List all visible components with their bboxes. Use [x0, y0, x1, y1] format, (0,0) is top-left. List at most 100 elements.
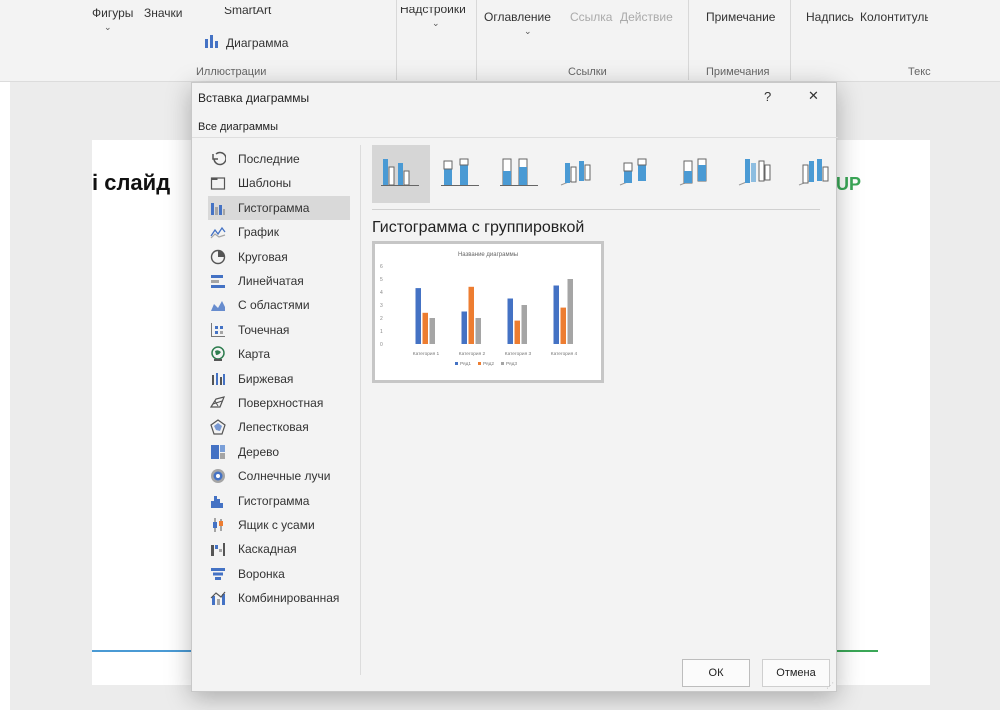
map-chart-icon [210, 346, 226, 362]
waterfall-chart-icon [210, 541, 226, 557]
histogram-chart-icon [210, 493, 226, 509]
cancel-button[interactable]: Отмена [762, 659, 830, 687]
bar-chart-icon [210, 273, 226, 289]
action-button[interactable]: Действие [620, 10, 673, 24]
stock-chart-icon [210, 371, 226, 387]
legend-label: Ряд1 [460, 361, 471, 367]
links-group-label: Ссылки [568, 66, 607, 78]
chart-type-label: Биржевая [238, 371, 294, 386]
legend-label: Ряд2 [483, 361, 494, 367]
textbox-button[interactable]: Надпись [806, 10, 854, 24]
chart-type-item[interactable]: С областями [208, 293, 350, 317]
help-button[interactable]: ? [764, 89, 771, 104]
figures-button[interactable]: Фигуры [92, 6, 133, 20]
chart-type-label: Каскадная [238, 542, 297, 557]
tab-all-charts[interactable]: Все диаграммы [198, 121, 278, 133]
chart-type-label: Точечная [238, 322, 290, 337]
chart-type-item[interactable]: Дерево [208, 440, 350, 464]
y-tick-label: 0 [380, 342, 383, 348]
percent-stacked-column-subtype[interactable] [491, 145, 549, 203]
chevron-down-icon[interactable]: ⌄ [432, 18, 440, 29]
illustrations-group-label: Иллюстрации [196, 66, 267, 78]
chevron-down-icon[interactable]: ⌄ [104, 22, 112, 33]
chart-type-item[interactable]: Биржевая [208, 367, 350, 391]
3d-clustered-column-subtype[interactable] [551, 145, 609, 203]
y-tick-label: 2 [380, 316, 383, 322]
bar [475, 318, 481, 344]
bar [507, 298, 513, 344]
bar [415, 288, 421, 344]
chart-type-item[interactable]: Солнечные лучи [208, 464, 350, 488]
chart-type-item[interactable]: Комбинированная [208, 586, 350, 610]
pie-chart-icon [210, 249, 226, 265]
ok-button[interactable]: ОК [682, 659, 750, 687]
chart-preview[interactable]: Название диаграммы 0 1 2 3 4 5 6 Категория 1 Кате… [372, 241, 604, 383]
chart-type-label: Ящик с усами [238, 518, 315, 532]
ribbon-separator [790, 0, 791, 80]
chevron-down-icon[interactable]: ⌄ [524, 26, 532, 37]
chart-type-item[interactable]: Лепестковая [208, 415, 350, 439]
chart-type-item[interactable]: Поверхностная [208, 391, 350, 415]
bar [514, 320, 520, 344]
chart-type-label: Карта [238, 347, 271, 362]
slide-accent-line [836, 650, 878, 652]
chart-button[interactable]: Диаграмма [226, 36, 288, 50]
3d-column-subtype[interactable] [729, 145, 787, 203]
header-footer-button[interactable]: Колонтитулы [860, 10, 928, 24]
y-tick-label: 1 [380, 329, 383, 335]
legend-swatch [501, 362, 504, 365]
chart-type-label: Гистограмма [238, 493, 310, 508]
chart-type-label: Лепестковая [238, 420, 309, 435]
chart-type-item[interactable]: Воронка [208, 562, 350, 586]
icons-button[interactable]: Значки [144, 6, 183, 20]
legend-swatch [478, 362, 481, 365]
chart-type-item[interactable]: Каскадная [208, 537, 350, 561]
chart-title: Название диаграммы [458, 252, 518, 258]
stacked-column-subtype[interactable] [432, 145, 490, 203]
note-button[interactable]: Примечание [706, 10, 775, 24]
dialog-title: Вставка диаграммы [198, 91, 310, 105]
3d-percent-stacked-column-subtype[interactable] [670, 145, 728, 203]
ribbon-separator [396, 0, 397, 80]
chart-type-item[interactable]: Карта [208, 342, 350, 366]
chart-type-item[interactable]: График [208, 220, 350, 244]
addins-button[interactable]: Надстройки [400, 7, 466, 16]
toc-button[interactable]: Оглавление [484, 10, 551, 24]
bar [461, 311, 467, 344]
subtype-divider [372, 209, 820, 210]
preview-chart: Название диаграммы 0 1 2 3 4 5 6 Категория 1 Кате… [380, 252, 578, 367]
combo-chart-icon [210, 590, 226, 606]
legend-label: Ряд3 [506, 361, 517, 367]
treemap-chart-icon [210, 444, 226, 460]
chart-type-label: Поверхностная [238, 396, 324, 410]
chart-type-item[interactable]: Шаблоны [208, 171, 350, 195]
surface-chart-icon [209, 395, 226, 411]
resize-grip-icon[interactable]: ⋰ [826, 681, 834, 690]
smartart-button[interactable]: SmartArt [224, 7, 271, 17]
ribbon-separator [688, 0, 689, 80]
close-button[interactable]: ✕ [808, 88, 819, 104]
notes-group-label: Примечания [706, 66, 770, 78]
chart-type-item[interactable]: Точечная [208, 318, 350, 342]
chart-type-item[interactable]: Последние [208, 147, 350, 171]
x-tick-label: Категория 1 [413, 351, 440, 357]
chart-type-item[interactable]: Линейчатая [208, 269, 350, 293]
chart-type-item[interactable]: Гистограмма [208, 489, 350, 513]
bar [560, 307, 566, 344]
y-tick-label: 3 [380, 303, 383, 309]
chart-type-label: Шаблоны [238, 176, 292, 191]
funnel-chart-icon [210, 566, 226, 582]
slide-title-fragment[interactable]: і слайд [92, 170, 170, 196]
tab-divider [192, 137, 838, 138]
x-tick-label: Категория 2 [459, 351, 486, 357]
selected-subtype-title: Гистограмма с группировкой [372, 219, 585, 236]
chart-type-item[interactable]: Круговая [208, 245, 350, 269]
scatter-chart-icon [210, 322, 226, 338]
chart-type-item[interactable]: Гистограмма [208, 195, 350, 220]
3d-stacked-column-subtype[interactable] [610, 145, 668, 203]
link-button[interactable]: Ссылка [570, 10, 612, 24]
clustered-column-subtype[interactable] [372, 145, 430, 203]
chart-type-item[interactable]: Ящик с усами [208, 513, 350, 537]
3d-column-variant-subtype[interactable] [789, 145, 847, 203]
chart-type-label: Комбинированная [238, 591, 340, 606]
